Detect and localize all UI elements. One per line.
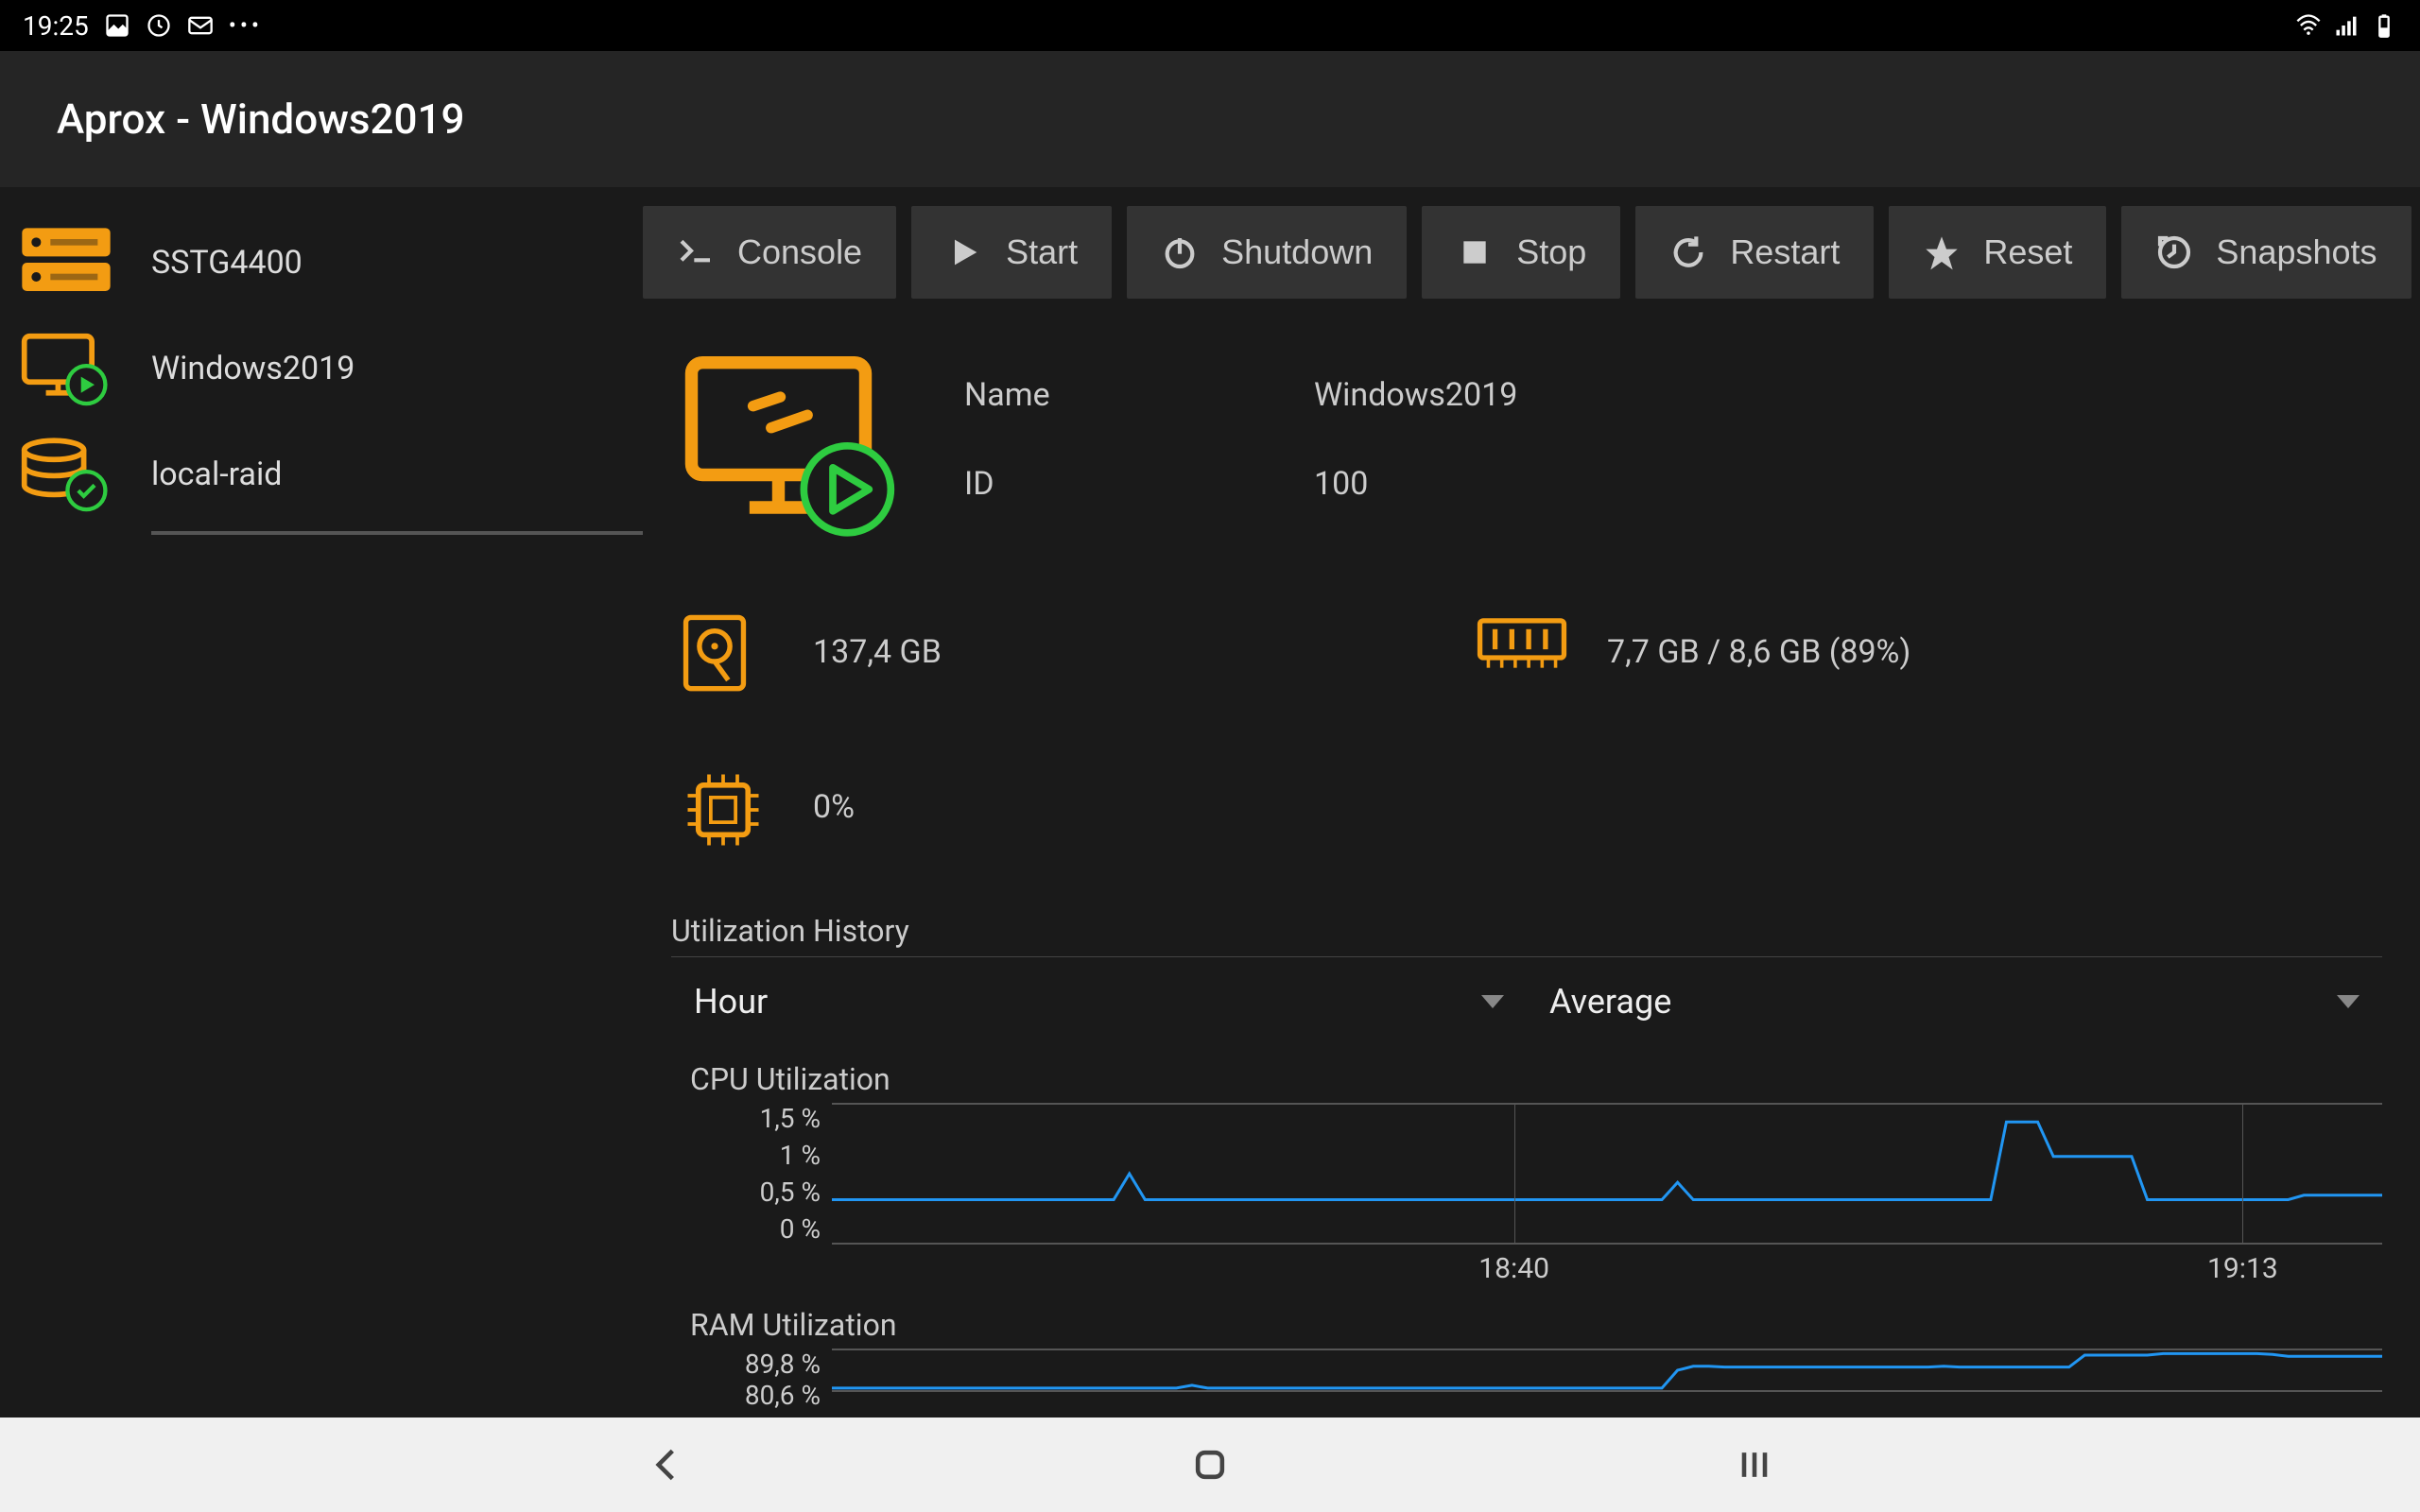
cpu-x-axis: 18:4019:13 bbox=[832, 1245, 2382, 1288]
app-header: Aprox - Windows2019 bbox=[0, 51, 2420, 187]
monitor-play-icon bbox=[19, 331, 113, 406]
stat-disk: 137,4 GB bbox=[681, 612, 1399, 692]
wifi-icon bbox=[2295, 12, 2322, 39]
sidebar-item-storage[interactable]: local-raid bbox=[0, 421, 643, 527]
restart-button[interactable]: Restart bbox=[1635, 206, 1874, 299]
prop-value: 100 bbox=[1314, 465, 1368, 503]
prop-value: Windows2019 bbox=[1314, 376, 1517, 414]
sidebar-item-label: SSTG4400 bbox=[151, 244, 302, 282]
shutdown-button[interactable]: Shutdown bbox=[1127, 206, 1407, 299]
ram-y-axis: 89,8 %80,6 % bbox=[671, 1349, 832, 1392]
cpu-y-axis: 1,5 %1 %0,5 %0 % bbox=[671, 1103, 832, 1245]
signal-icon bbox=[2333, 12, 2360, 39]
console-button[interactable]: Console bbox=[643, 206, 896, 299]
button-label: Console bbox=[737, 232, 862, 272]
vm-stats: 137,4 GB 7,7 GB / 8,6 GB (89%) 0% bbox=[643, 575, 2420, 885]
recent-button[interactable] bbox=[1728, 1438, 1781, 1491]
database-check-icon bbox=[19, 437, 113, 512]
selector-value: Hour bbox=[694, 982, 768, 1022]
selector-value: Average bbox=[1549, 982, 1671, 1022]
button-label: Restart bbox=[1730, 232, 1840, 272]
utilization-history: Utilization History Hour Average CPU Uti… bbox=[643, 885, 2420, 1392]
clock-icon bbox=[146, 12, 172, 39]
ram-chart: RAM Utilization 89,8 %80,6 % bbox=[671, 1307, 2382, 1392]
content-pane: Console Start Shutdown Stop Restart Rese… bbox=[643, 187, 2420, 1418]
sidebar-item-label: local-raid bbox=[151, 455, 282, 493]
cpu-chart: CPU Utilization 1,5 %1 %0,5 %0 % 18:4019… bbox=[671, 1061, 2382, 1288]
chart-title: RAM Utilization bbox=[690, 1307, 2382, 1343]
stat-value: 137,4 GB bbox=[813, 633, 942, 671]
chevron-down-icon bbox=[2337, 995, 2360, 1008]
chart-title: CPU Utilization bbox=[690, 1061, 2382, 1097]
stat-cpu: 0% bbox=[681, 767, 1399, 847]
section-title: Utilization History bbox=[671, 913, 2382, 957]
server-icon bbox=[19, 225, 113, 301]
prop-name: Name Windows2019 bbox=[964, 376, 1517, 414]
android-nav-bar bbox=[0, 1418, 2420, 1512]
sidebar-item-label: Windows2019 bbox=[151, 350, 354, 387]
start-button[interactable]: Start bbox=[911, 206, 1112, 299]
vm-running-icon bbox=[681, 348, 898, 537]
prop-label: ID bbox=[964, 465, 1314, 503]
vm-summary: Name Windows2019 ID 100 bbox=[643, 329, 2420, 575]
home-button[interactable] bbox=[1184, 1438, 1236, 1491]
vm-toolbar: Console Start Shutdown Stop Restart Rese… bbox=[643, 206, 2420, 329]
chevron-down-icon bbox=[1481, 995, 1504, 1008]
sidebar-item-vm[interactable]: Windows2019 bbox=[0, 316, 643, 421]
cpu-plot bbox=[832, 1103, 2382, 1245]
aggregate-selector[interactable]: Average bbox=[1527, 961, 2382, 1042]
android-status-bar: 19:25 ••• bbox=[0, 0, 2420, 51]
snapshots-button[interactable]: Snapshots bbox=[2121, 206, 2411, 299]
prop-id: ID 100 bbox=[964, 465, 1517, 503]
back-button[interactable] bbox=[639, 1438, 692, 1491]
sidebar: SSTG4400 Windows2019 bbox=[0, 187, 643, 1418]
button-label: Start bbox=[1006, 232, 1078, 272]
stat-ram: 7,7 GB / 8,6 GB (89%) bbox=[1475, 612, 2193, 692]
disk-icon bbox=[681, 612, 760, 692]
reset-button[interactable]: Reset bbox=[1889, 206, 2106, 299]
stat-value: 7,7 GB / 8,6 GB (89%) bbox=[1607, 633, 1910, 671]
ram-plot bbox=[832, 1349, 2382, 1392]
more-icon: ••• bbox=[229, 12, 263, 39]
stat-value: 0% bbox=[813, 788, 855, 826]
button-label: Shutdown bbox=[1221, 232, 1373, 272]
ram-icon bbox=[1475, 612, 1554, 692]
battery-icon bbox=[2371, 12, 2397, 39]
prop-label: Name bbox=[964, 376, 1314, 414]
sidebar-item-node[interactable]: SSTG4400 bbox=[0, 210, 643, 316]
range-selector[interactable]: Hour bbox=[671, 961, 1527, 1042]
mail-icon bbox=[187, 12, 214, 39]
button-label: Snapshots bbox=[2216, 232, 2377, 272]
page-title: Aprox - Windows2019 bbox=[57, 94, 465, 144]
button-label: Stop bbox=[1516, 232, 1586, 272]
cpu-icon bbox=[681, 767, 760, 847]
image-icon bbox=[104, 12, 130, 39]
stop-button[interactable]: Stop bbox=[1422, 206, 1620, 299]
status-time: 19:25 bbox=[23, 10, 89, 42]
button-label: Reset bbox=[1983, 232, 2072, 272]
